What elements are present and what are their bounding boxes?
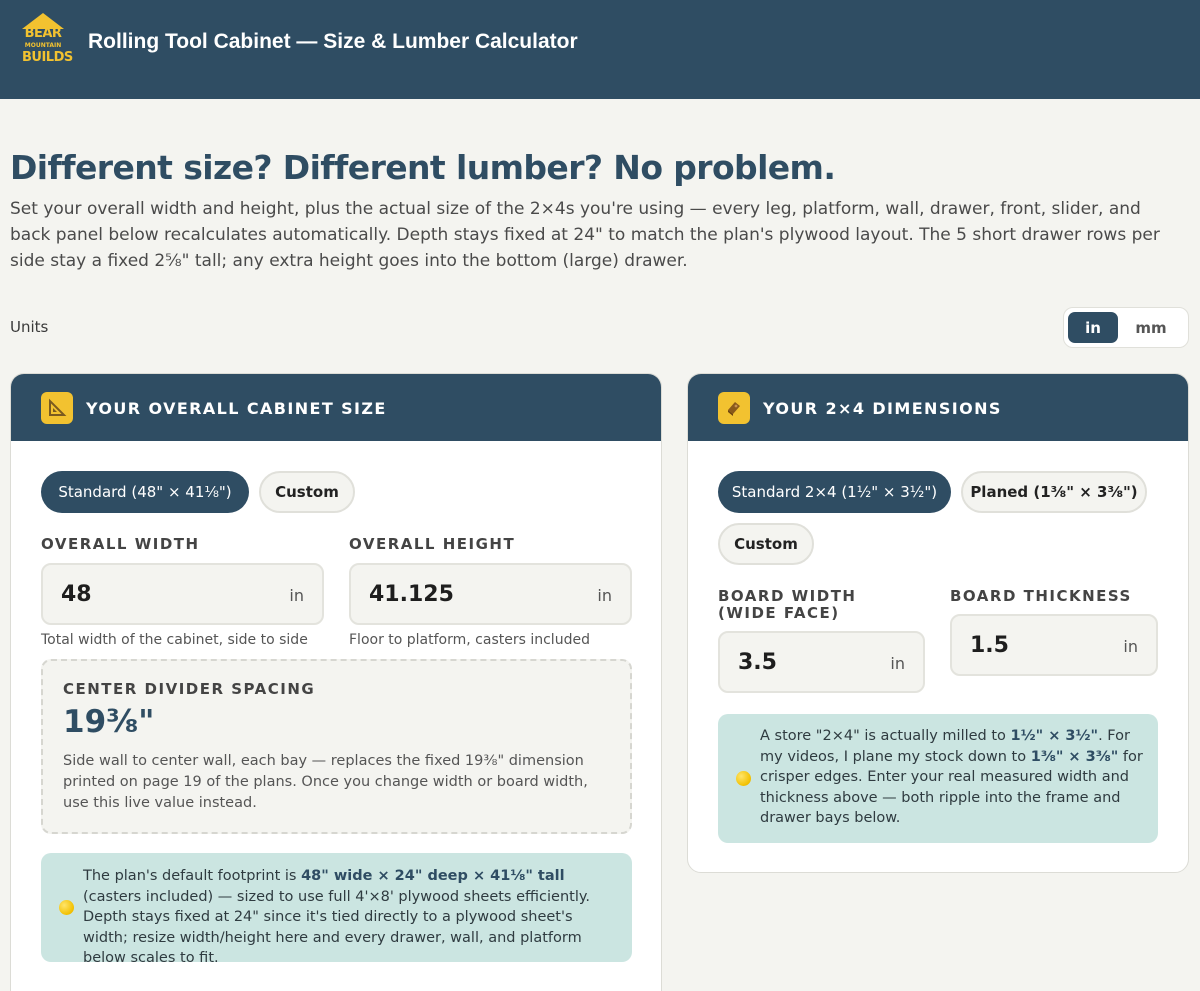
logo-text-mountain: MOUNTAIN <box>24 42 62 49</box>
board-thickness-input[interactable]: 1.5 in <box>950 614 1158 676</box>
cabinet-size-card: YOUR OVERALL CABINET SIZE Standard (48" … <box>10 373 662 991</box>
overall-height-input[interactable]: 41.125 in <box>349 563 632 625</box>
overall-width-hint: Total width of the cabinet, side to side <box>41 632 308 648</box>
overall-width-unit: in <box>289 586 304 605</box>
center-divider-note: Side wall to center wall, each bay — rep… <box>63 753 588 811</box>
board-width-value: 3.5 <box>738 650 777 675</box>
footprint-tip-text: The plan's default footprint is 48" wide… <box>83 868 590 966</box>
center-divider-label: CENTER DIVIDER SPACING <box>63 680 316 698</box>
lumber-dimensions-card: YOUR 2×4 DIMENSIONS Standard 2×4 (1½" × … <box>687 373 1189 873</box>
overall-width-input[interactable]: 48 in <box>41 563 324 625</box>
overall-height-value: 41.125 <box>369 582 454 607</box>
board-width-input[interactable]: 3.5 in <box>718 631 925 693</box>
overall-height-unit: in <box>597 586 612 605</box>
preset-planed-button[interactable]: Planed (1⅜" × 3⅜") <box>961 471 1147 513</box>
lightbulb-icon <box>59 900 74 915</box>
overall-height-hint: Floor to platform, casters included <box>349 632 590 648</box>
lightbulb-icon <box>736 771 751 786</box>
card-header: YOUR OVERALL CABINET SIZE <box>11 374 661 441</box>
top-bar: BEAR MOUNTAIN BUILDS Rolling Tool Cabine… <box>0 0 1200 99</box>
footprint-tip: The plan's default footprint is 48" wide… <box>41 853 632 966</box>
board-width-label: BOARD WIDTH (WIDE FACE) <box>718 587 857 622</box>
app-title: Rolling Tool Cabinet — Size & Lumber Cal… <box>88 30 578 53</box>
board-thickness-label: BOARD THICKNESS <box>950 587 1132 605</box>
center-divider-box: CENTER DIVIDER SPACING 19⅜" Side wall to… <box>41 659 632 834</box>
lumber-tip-text: A store "2×4" is actually milled to 1½" … <box>760 728 1143 826</box>
card-title: YOUR 2×4 DIMENSIONS <box>763 399 1002 418</box>
board-thickness-unit: in <box>1123 637 1138 656</box>
logo-text-builds: BUILDS <box>22 50 73 65</box>
card-title: YOUR OVERALL CABINET SIZE <box>86 399 387 418</box>
overall-width-label: OVERALL WIDTH <box>41 535 200 553</box>
overall-height-label: OVERALL HEIGHT <box>349 535 516 553</box>
units-toggle: in mm <box>1063 307 1189 348</box>
card-header: YOUR 2×4 DIMENSIONS <box>688 374 1188 441</box>
preset-standard-button[interactable]: Standard (48" × 41⅛") <box>41 471 249 513</box>
board-width-unit: in <box>890 654 905 673</box>
logo-text-bear: BEAR <box>24 26 62 41</box>
page-headline: Different size? Different lumber? No pro… <box>10 148 836 187</box>
preset-custom-button[interactable]: Custom <box>718 523 814 565</box>
units-label: Units <box>10 318 49 336</box>
intro-text: Set your overall width and height, plus … <box>10 199 1160 271</box>
center-divider-value: 19⅜" <box>63 704 155 740</box>
preset-standard-2x4-button[interactable]: Standard 2×4 (1½" × 3½") <box>718 471 951 513</box>
preset-custom-button[interactable]: Custom <box>259 471 355 513</box>
unit-in-button[interactable]: in <box>1068 312 1118 343</box>
lumber-icon <box>718 392 750 424</box>
overall-width-value: 48 <box>61 582 92 607</box>
unit-mm-button[interactable]: mm <box>1126 312 1176 343</box>
lumber-tip: A store "2×4" is actually milled to 1½" … <box>718 714 1158 843</box>
board-thickness-value: 1.5 <box>970 633 1009 658</box>
triangle-ruler-icon <box>41 392 73 424</box>
bear-mountain-builds-logo[interactable]: BEAR MOUNTAIN BUILDS <box>22 13 73 71</box>
